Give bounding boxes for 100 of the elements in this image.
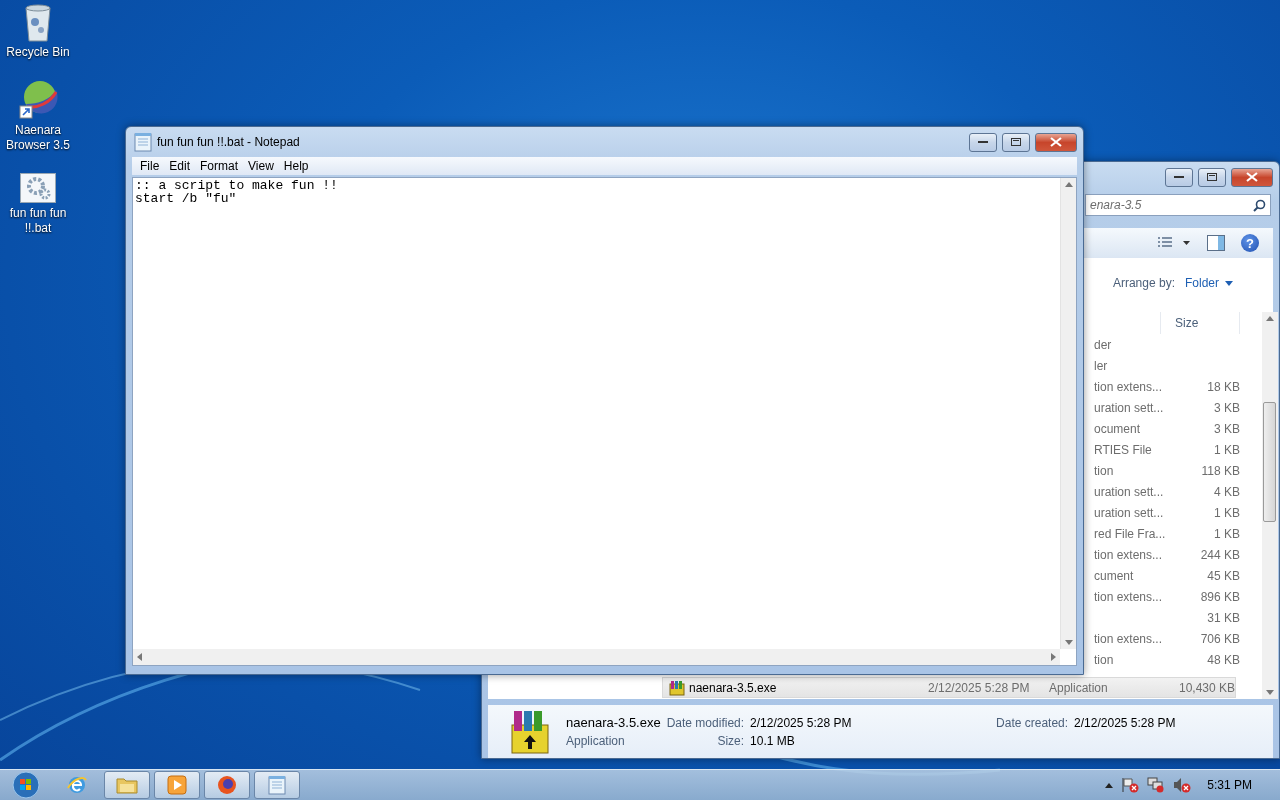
maximize-icon xyxy=(1207,173,1217,181)
preview-pane-button[interactable] xyxy=(1207,235,1225,251)
minimize-button[interactable] xyxy=(1165,167,1193,187)
gear-file-icon xyxy=(20,173,56,203)
file-row[interactable]: tion 118 KB xyxy=(1094,460,1240,481)
file-row[interactable]: 31 KB xyxy=(1094,607,1240,628)
file-row[interactable]: der xyxy=(1094,334,1240,355)
file-row[interactable]: ocument 3 KB xyxy=(1094,418,1240,439)
type-cell: cument xyxy=(1094,568,1134,583)
close-icon xyxy=(1246,172,1258,182)
file-row[interactable]: tion extens... 706 KB xyxy=(1094,628,1240,649)
taskbar-button[interactable] xyxy=(204,771,250,799)
scroll-down-arrow-icon[interactable] xyxy=(1266,690,1274,695)
size-cell-text: 31 KB xyxy=(1206,610,1240,625)
maximize-icon xyxy=(1011,138,1021,146)
scroll-up-arrow-icon[interactable] xyxy=(1266,316,1274,321)
text-editor[interactable]: :: a script to make fun !! start /b "fu" xyxy=(132,177,1077,666)
menu-item[interactable]: View xyxy=(244,157,280,175)
type-cell: tion extens... xyxy=(1094,631,1163,646)
show-hidden-icons-button[interactable] xyxy=(1105,782,1114,788)
taskbar-button[interactable] xyxy=(154,771,200,799)
file-row[interactable]: naenara-3.5.exe 2/12/2025 5:28 PM Application 10,430 KB xyxy=(662,677,1236,698)
close-button[interactable] xyxy=(1231,167,1273,187)
scroll-left-arrow-icon[interactable] xyxy=(137,653,142,661)
text-line: start /b "fu" xyxy=(135,192,238,205)
menu-item[interactable]: Edit xyxy=(165,157,197,175)
file-row[interactable]: red File Fra... 1 KB xyxy=(1094,523,1240,544)
file-row[interactable]: tion extens... 18 KB xyxy=(1094,376,1240,397)
scroll-down-arrow-icon[interactable] xyxy=(1064,640,1073,645)
help-button[interactable]: ? xyxy=(1241,234,1259,252)
globe-shortcut-icon xyxy=(18,80,58,120)
archive-icon xyxy=(508,708,552,755)
type-cell: tion extens... xyxy=(1094,589,1163,604)
scroll-up-arrow-icon[interactable] xyxy=(1064,182,1073,187)
type-cell: uration sett... xyxy=(1094,505,1164,520)
type-cell: tion xyxy=(1094,652,1114,667)
browser-globe-icon xyxy=(66,774,88,796)
folder-icon xyxy=(116,776,138,794)
file-row[interactable]: tion extens... 244 KB xyxy=(1094,544,1240,565)
date-cell-text: 2/12/2025 5:28 PM xyxy=(928,680,1031,695)
size-cell-text: 244 KB xyxy=(1199,547,1240,562)
vertical-scrollbar[interactable] xyxy=(1060,178,1076,649)
menu-item[interactable]: File xyxy=(136,157,166,175)
scrollbar[interactable] xyxy=(1262,312,1278,699)
caret-icon xyxy=(1225,280,1233,286)
taskbar-button[interactable] xyxy=(104,771,150,799)
size-cell-text: 3 KB xyxy=(1213,400,1240,415)
play-icon xyxy=(167,775,187,795)
file-row[interactable]: ler xyxy=(1094,355,1240,376)
file-row[interactable]: tion 48 KB xyxy=(1094,649,1240,670)
details-label: Date created: xyxy=(996,715,1069,730)
file-row[interactable]: cument 45 KB xyxy=(1094,565,1240,586)
fox-globe-icon xyxy=(217,775,237,795)
search-field[interactable]: enara-3.5 xyxy=(1085,194,1271,216)
arrange-by-label: Arrange by: xyxy=(1112,276,1175,290)
details-value: 10.1 MB xyxy=(750,733,796,748)
size-cell-text: 4 KB xyxy=(1213,484,1240,499)
speaker-muted-icon[interactable] xyxy=(1173,777,1192,793)
file-row[interactable]: uration sett... 4 KB xyxy=(1094,481,1240,502)
details-file-name: naenara-3.5.exe xyxy=(566,715,661,730)
minimize-icon xyxy=(978,140,988,144)
details-label: Date modified: xyxy=(666,715,745,730)
flag-error-icon[interactable] xyxy=(1121,777,1140,793)
notepad-icon xyxy=(134,132,152,152)
network-error-icon[interactable] xyxy=(1147,777,1166,793)
close-button[interactable] xyxy=(1035,132,1077,152)
menu-item[interactable]: Format xyxy=(196,157,245,175)
arrange-dropdown[interactable]: Folder xyxy=(1185,276,1233,290)
desktop-icon-label[interactable]: fun fun fun !!.bat xyxy=(1,206,75,236)
details-value: 2/12/2025 5:28 PM xyxy=(1074,715,1176,730)
size-cell-text: 10,430 KB xyxy=(1177,680,1235,695)
horizontal-scrollbar[interactable] xyxy=(133,649,1060,665)
desktop-icon-label[interactable]: Recycle Bin xyxy=(6,45,70,60)
size-cell-text: 706 KB xyxy=(1199,631,1240,646)
desktop-icon-label[interactable]: Naenara Browser 3.5 xyxy=(1,123,75,153)
size-cell-text: 45 KB xyxy=(1206,568,1240,583)
scroll-right-arrow-icon[interactable] xyxy=(1051,653,1056,661)
size-cell-text: 18 KB xyxy=(1206,379,1240,394)
size-cell-text: 118 KB xyxy=(1200,463,1240,478)
maximize-button[interactable] xyxy=(1002,132,1030,152)
maximize-button[interactable] xyxy=(1198,167,1226,187)
details-file-type: Application xyxy=(566,733,626,748)
type-cell: tion extens... xyxy=(1094,547,1163,562)
file-row[interactable]: uration sett... 1 KB xyxy=(1094,502,1240,523)
file-row[interactable]: tion extens... 896 KB xyxy=(1094,586,1240,607)
file-row[interactable]: uration sett... 3 KB xyxy=(1094,397,1240,418)
clock[interactable]: 5:31 PM xyxy=(1199,778,1266,792)
type-cell: uration sett... xyxy=(1094,484,1164,499)
file-name: naenara-3.5.exe xyxy=(669,679,928,696)
minimize-icon xyxy=(1174,175,1184,179)
type-cell: ocument xyxy=(1094,421,1141,436)
taskbar-button[interactable] xyxy=(254,771,300,799)
close-icon xyxy=(1050,137,1062,147)
file-row[interactable]: RTIES File 1 KB xyxy=(1094,439,1240,460)
menu-item[interactable]: Help xyxy=(279,157,315,175)
type-cell: RTIES File xyxy=(1094,442,1152,457)
size-cell-text: 896 KB xyxy=(1199,589,1240,604)
view-options-button[interactable] xyxy=(1157,236,1191,250)
minimize-button[interactable] xyxy=(969,132,997,152)
column-header[interactable]: Size xyxy=(1160,312,1240,334)
